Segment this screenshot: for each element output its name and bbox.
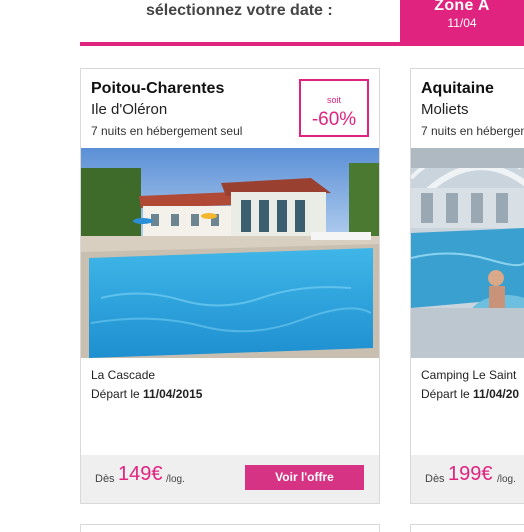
view-offer-button[interactable]: Voir l'offre xyxy=(245,465,364,490)
offer-photo-indoor-pool[interactable] xyxy=(411,148,524,358)
zone-a-tab[interactable]: Zone A 11/04 xyxy=(400,0,524,44)
offer-stay: 7 nuits en hébergement seul xyxy=(91,124,243,138)
price-prefix: Dès xyxy=(425,473,445,485)
offer-region: Aquitaine xyxy=(421,80,494,97)
price-suffix: /log. xyxy=(497,474,516,485)
offer-campsite: La Cascade xyxy=(91,368,156,382)
offer-departure: Départ le 11/04/2015 xyxy=(91,387,202,401)
discount-value: -60% xyxy=(311,109,357,130)
page: sélectionnez votre date : Zone A 11/04 P… xyxy=(0,0,524,532)
price-prefix: Dès xyxy=(95,473,115,485)
discount-label: soit xyxy=(326,95,341,105)
date-prompt: sélectionnez votre date : xyxy=(146,2,333,19)
price-amount: 149€ xyxy=(118,463,163,485)
offer-card[interactable]: Poitou-Charentes Ile d'Oléron 7 nuits en… xyxy=(80,68,380,504)
offer-card-next xyxy=(410,524,524,532)
departure-label: Départ le xyxy=(91,387,140,401)
offer-card[interactable]: Aquitaine Moliets 7 nuits en hébergement… xyxy=(410,68,524,504)
price-amount: 199€ xyxy=(448,463,493,485)
discount-badge: soit -60% xyxy=(299,79,369,137)
offer-card-next xyxy=(80,524,380,532)
offer-departure: Départ le 11/04/20 xyxy=(421,387,519,401)
offer-city: Moliets xyxy=(421,101,469,118)
offer-stay: 7 nuits en hébergement seul xyxy=(421,124,524,138)
accent-divider xyxy=(80,42,524,46)
offer-footer: Dès 199€ /log. xyxy=(411,455,524,503)
price-suffix: /log. xyxy=(166,474,185,485)
departure-date: 11/04/2015 xyxy=(143,387,203,401)
offer-region: Poitou-Charentes xyxy=(91,80,225,97)
offer-photo-pool[interactable] xyxy=(81,148,379,358)
offer-footer: Dès 149€ /log. Voir l'offre xyxy=(81,455,379,503)
zone-tab-title: Zone A xyxy=(434,0,490,14)
offer-campsite: Camping Le Saint xyxy=(421,368,517,382)
offer-city: Ile d'Oléron xyxy=(91,101,168,118)
departure-date: 11/04/20 xyxy=(473,387,520,401)
zone-tab-date: 11/04 xyxy=(447,16,477,30)
date-selector-bar: sélectionnez votre date : Zone A 11/04 xyxy=(80,0,524,46)
departure-label: Départ le xyxy=(421,387,470,401)
